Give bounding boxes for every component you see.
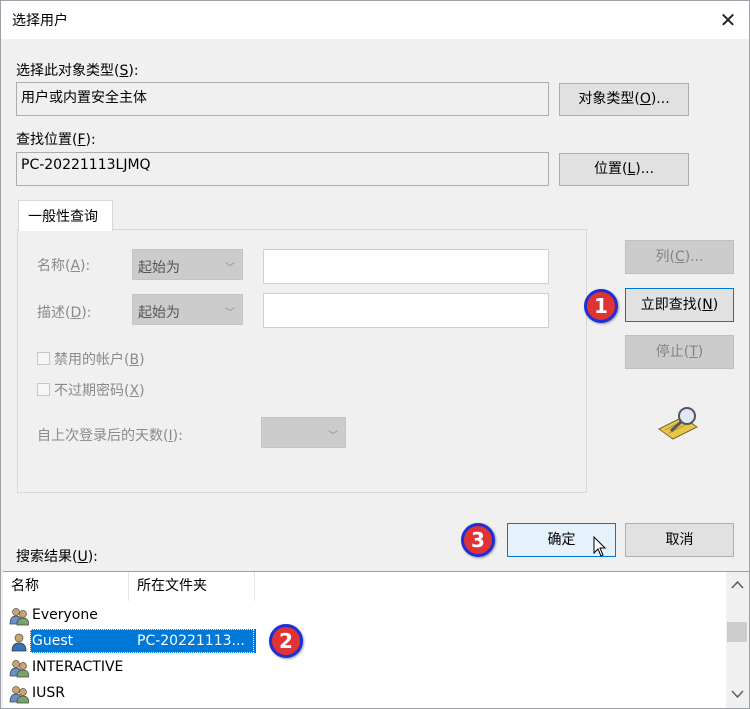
select-users-dialog: 选择用户 ✕ 选择此对象类型(S): 用户或内置安全主体 对象类型(O)... … bbox=[0, 0, 750, 709]
object-type-label: 选择此对象类型(S): bbox=[16, 63, 139, 79]
days-since-logon-dropdown[interactable]: ﹀ bbox=[261, 417, 346, 448]
annotation-badge-1: 1 bbox=[584, 289, 618, 323]
scroll-up-arrow-icon[interactable] bbox=[731, 580, 744, 589]
columns-button[interactable]: 列(C)... bbox=[625, 240, 734, 274]
row-name: IUSR bbox=[32, 685, 65, 701]
name-match-dropdown[interactable]: 起始为 ﹀ bbox=[132, 249, 243, 280]
search-magnifier-icon bbox=[658, 407, 698, 440]
search-results-label: 搜索结果(U): bbox=[16, 549, 98, 565]
chevron-down-icon: ﹀ bbox=[225, 308, 235, 319]
non-expiring-password-label: 不过期密码(X) bbox=[54, 383, 145, 399]
list-item[interactable]: INTERACTIVE bbox=[3, 655, 303, 681]
name-label: 名称(A): bbox=[37, 258, 91, 274]
find-now-button[interactable]: 立即查找(N) bbox=[625, 288, 734, 322]
annotation-badge-2: 2 bbox=[269, 624, 303, 658]
object-type-value: 用户或内置安全主体 bbox=[16, 82, 549, 116]
description-label: 描述(D): bbox=[37, 305, 92, 321]
description-match-dropdown[interactable]: 起始为 ﹀ bbox=[132, 294, 243, 325]
name-input[interactable] bbox=[263, 249, 549, 284]
non-expiring-password-checkbox[interactable] bbox=[37, 383, 50, 396]
locations-button[interactable]: 位置(L)... bbox=[559, 153, 689, 186]
list-item[interactable]: Everyone bbox=[3, 603, 303, 629]
tab-common-queries[interactable]: 一般性查询 bbox=[18, 200, 113, 231]
column-header-name[interactable]: 名称 bbox=[3, 572, 129, 601]
row-name: INTERACTIVE bbox=[32, 659, 124, 675]
object-types-button[interactable]: 对象类型(O)... bbox=[559, 83, 689, 116]
row-name: Everyone bbox=[32, 607, 98, 623]
stop-button[interactable]: 停止(T) bbox=[625, 335, 734, 369]
title-bar: 选择用户 ✕ bbox=[1, 1, 749, 39]
description-input[interactable] bbox=[263, 293, 549, 328]
user-icon bbox=[11, 633, 27, 652]
row-folder: PC-20221113... bbox=[131, 629, 256, 653]
group-users-icon bbox=[9, 608, 29, 626]
column-header-folder[interactable]: 所在文件夹 bbox=[129, 572, 255, 601]
close-icon[interactable]: ✕ bbox=[713, 5, 743, 35]
disabled-accounts-label: 禁用的帐户(B) bbox=[54, 352, 145, 368]
window-title: 选择用户 bbox=[12, 13, 68, 29]
cancel-button[interactable]: 取消 bbox=[625, 523, 734, 557]
scrollbar-thumb[interactable] bbox=[727, 622, 747, 642]
chevron-down-icon: ﹀ bbox=[328, 431, 338, 442]
location-label: 查找位置(F): bbox=[16, 132, 96, 148]
scroll-down-arrow-icon[interactable] bbox=[731, 690, 744, 699]
search-results-list[interactable]: 名称 所在文件夹 Everyone Guest PC-20221113... I… bbox=[3, 571, 749, 708]
vertical-scrollbar[interactable] bbox=[726, 572, 749, 708]
list-item[interactable]: IUSR bbox=[3, 681, 303, 707]
disabled-accounts-checkbox[interactable] bbox=[37, 352, 50, 365]
list-item-selected[interactable]: Guest PC-20221113... bbox=[3, 629, 303, 655]
chevron-down-icon: ﹀ bbox=[225, 263, 235, 274]
annotation-badge-3: 3 bbox=[461, 523, 495, 557]
days-since-logon-label: 自上次登录后的天数(I): bbox=[37, 428, 183, 444]
group-users-icon bbox=[9, 660, 29, 678]
group-users-icon bbox=[9, 686, 29, 704]
row-name: Guest bbox=[30, 629, 132, 653]
mouse-cursor-icon bbox=[593, 536, 607, 557]
location-value: PC-20221113LJMQ bbox=[16, 152, 549, 186]
